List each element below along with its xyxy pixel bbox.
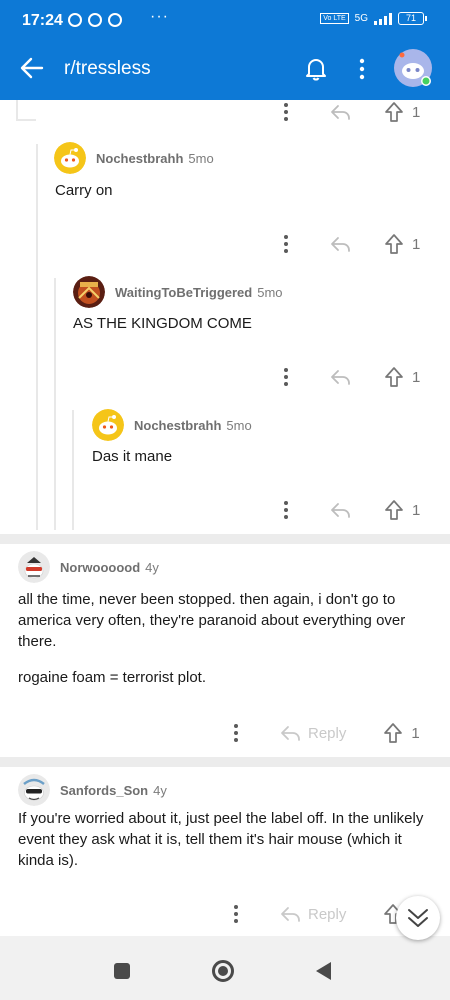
upvote-arrow-icon[interactable] — [384, 101, 404, 123]
avatar[interactable] — [18, 551, 50, 583]
more-vertical-icon[interactable] — [226, 721, 246, 745]
battery-level: 71 — [405, 13, 416, 23]
more-notifications-icon: ··· — [150, 8, 169, 25]
more-vertical-icon[interactable] — [276, 498, 296, 522]
comment-thread[interactable]: 1 Nochestbrahh 5mo Carry on 1 WaitingToB… — [0, 100, 450, 936]
vote-count: 1 — [412, 235, 421, 253]
bell-icon[interactable] — [302, 54, 330, 82]
upvote-arrow-icon[interactable] — [384, 499, 404, 521]
comment-author[interactable]: Sanfords_Son — [60, 783, 148, 798]
reply-arrow-icon[interactable] — [330, 501, 352, 519]
comment-actions: 1 — [276, 232, 420, 256]
signal-icon — [374, 12, 392, 25]
comment-author[interactable]: Norwoooood — [60, 560, 140, 575]
thread-line — [72, 410, 74, 530]
page-title: r/tressless — [64, 58, 151, 79]
reply-button[interactable]: Reply — [308, 725, 346, 742]
reply-arrow-icon[interactable] — [280, 724, 302, 742]
subreddit-header: r/tressless — [0, 40, 450, 100]
vote-count: 1 — [412, 501, 421, 519]
comment-meta: Nochestbrahh 5mo — [54, 142, 214, 174]
comment-body: Das it mane — [92, 448, 173, 465]
comment-age: 5mo — [226, 417, 252, 433]
status-bar: 17:24 ··· Vo LTE 5G 71 — [0, 0, 450, 40]
thread-line — [36, 144, 38, 530]
comment-age: 4y — [145, 559, 159, 575]
nav-back-icon[interactable] — [316, 962, 331, 980]
system-status-icons: Vo LTE 5G 71 — [320, 12, 427, 25]
comment-body: Carry on — [55, 182, 113, 199]
comment-separator — [0, 757, 450, 767]
nav-home-icon[interactable] — [212, 960, 234, 982]
more-vertical-icon[interactable] — [276, 100, 296, 124]
back-arrow-icon[interactable] — [18, 54, 46, 82]
alarm-icon — [68, 13, 82, 27]
comment-body: all the time, never been stopped. then a… — [18, 591, 406, 650]
reply-arrow-icon[interactable] — [330, 368, 352, 386]
reply-arrow-icon[interactable] — [280, 905, 302, 923]
nav-square-icon[interactable] — [114, 963, 130, 979]
thread-line — [16, 100, 18, 120]
comment-body: AS THE KINGDOM COME — [73, 315, 252, 332]
network-type: 5G — [354, 13, 368, 24]
vote-count: 1 — [412, 103, 421, 121]
volte-badge: Vo LTE — [320, 13, 349, 24]
comment-meta: WaitingToBeTriggered 5mo — [73, 276, 283, 308]
thread-line — [54, 278, 56, 530]
battery-icon: 71 — [398, 12, 427, 25]
upvote-arrow-icon[interactable] — [384, 366, 404, 388]
comment-meta: Norwoooood 4y — [18, 551, 159, 583]
upvote-arrow-icon[interactable] — [384, 233, 404, 255]
chrome-icon — [88, 13, 102, 27]
notification-icons — [68, 13, 122, 27]
more-vertical-icon[interactable] — [226, 902, 246, 926]
comment-actions: Reply 1 — [226, 721, 420, 745]
more-vertical-icon[interactable] — [276, 365, 296, 389]
avatar[interactable] — [92, 409, 124, 441]
comment-meta: Nochestbrahh 5mo — [92, 409, 252, 441]
comment-actions: 1 — [276, 365, 420, 389]
scroll-to-next-button[interactable] — [396, 896, 440, 940]
comment-author[interactable]: WaitingToBeTriggered — [115, 285, 252, 300]
user-avatar[interactable] — [393, 48, 433, 88]
chevron-down-icon — [408, 909, 428, 927]
more-vertical-icon[interactable] — [352, 56, 372, 82]
upvote-arrow-icon[interactable] — [383, 722, 403, 744]
comment-age: 4y — [153, 782, 167, 798]
status-time: 17:24 — [22, 12, 63, 29]
avatar[interactable] — [73, 276, 105, 308]
vote-count: 1 — [412, 368, 421, 386]
reply-arrow-icon[interactable] — [330, 235, 352, 253]
comment-actions: 1 — [276, 498, 420, 522]
more-vertical-icon[interactable] — [276, 232, 296, 256]
thread-connector — [16, 119, 36, 121]
avatar[interactable] — [54, 142, 86, 174]
comment-author[interactable]: Nochestbrahh — [134, 418, 221, 433]
comment-body: If you're worried about it, just peel th… — [18, 810, 424, 869]
avatar[interactable] — [18, 774, 50, 806]
top-app-bar: 17:24 ··· Vo LTE 5G 71 r/tressless — [0, 0, 450, 100]
comment-actions: 1 — [276, 100, 420, 124]
comment-age: 5mo — [188, 150, 214, 166]
comment-meta: Sanfords_Son 4y — [18, 774, 167, 806]
comment-body-paragraph: rogaine foam = terrorist plot. — [18, 669, 207, 686]
system-nav-bar — [0, 936, 450, 1000]
comment-actions: Reply — [226, 902, 403, 926]
reply-button[interactable]: Reply — [308, 906, 346, 923]
comment-age: 5mo — [257, 284, 283, 300]
chrome-icon — [108, 13, 122, 27]
reply-arrow-icon[interactable] — [330, 103, 352, 121]
comment-author[interactable]: Nochestbrahh — [96, 151, 183, 166]
vote-count: 1 — [411, 724, 420, 742]
app-screen: 17:24 ··· Vo LTE 5G 71 r/tressless 1 Noc… — [0, 0, 450, 1000]
comment-separator — [0, 534, 450, 544]
